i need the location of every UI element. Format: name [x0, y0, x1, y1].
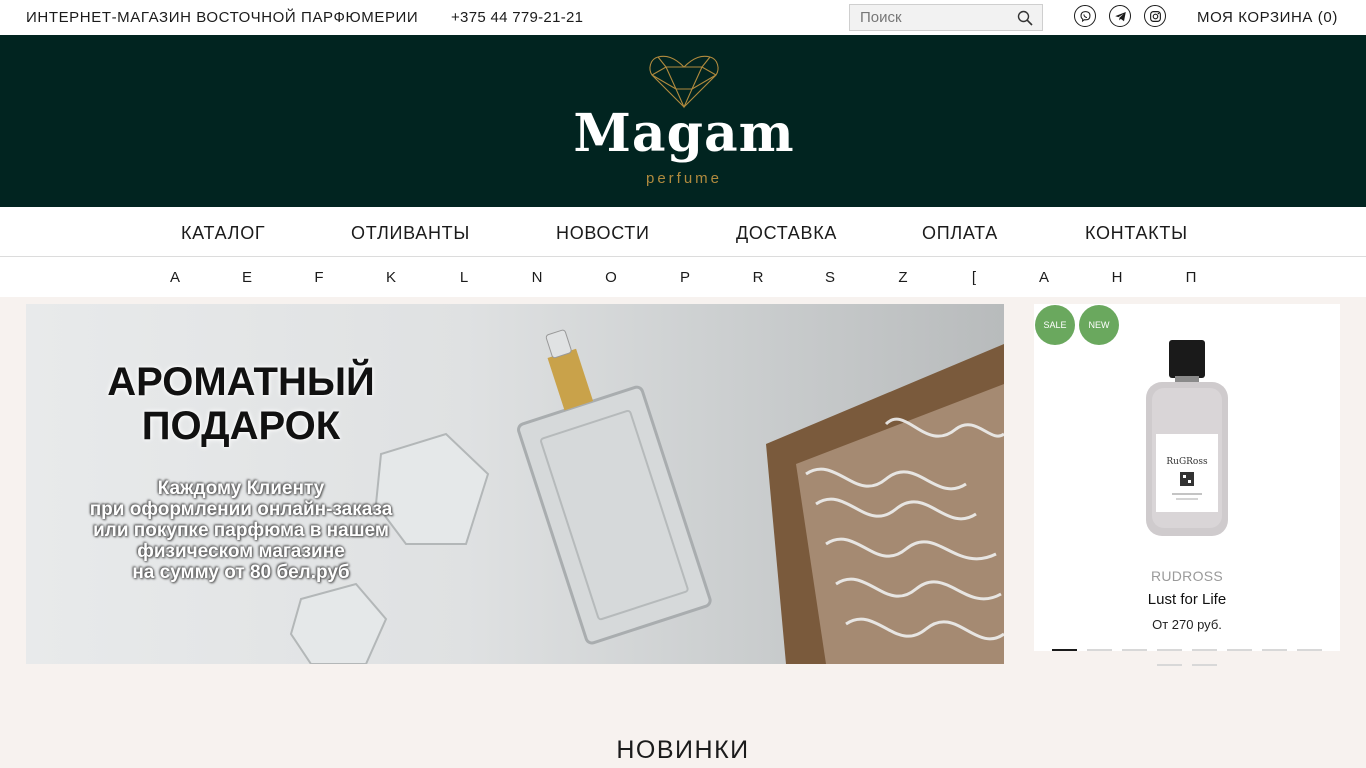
slider-dot[interactable] — [1157, 664, 1182, 666]
letter-filter-item[interactable]: N — [527, 269, 547, 286]
letter-filter-item[interactable]: S — [820, 269, 840, 286]
product-image: RuGRoss — [1146, 340, 1228, 536]
cart-link[interactable]: МОЯ КОРЗИНА (0) — [1197, 9, 1338, 26]
letter-filter-item[interactable]: [ — [964, 269, 984, 286]
instagram-icon[interactable] — [1144, 5, 1166, 27]
search-icon[interactable] — [1017, 10, 1033, 26]
logo[interactable]: Magam perfume — [568, 53, 800, 193]
product-price: От 270 руб. — [1152, 617, 1222, 632]
letter-filter-item[interactable]: Z — [893, 269, 913, 286]
letter-filter-item[interactable]: A — [165, 269, 185, 286]
top-bar: ИНТЕРНЕТ-МАГАЗИН ВОСТОЧНОЙ ПАРФЮМЕРИИ +3… — [0, 0, 1366, 35]
header-banner: Magam perfume — [0, 35, 1366, 207]
new-badge: NEW — [1079, 305, 1119, 345]
letter-filter-item[interactable]: А — [1034, 269, 1054, 286]
new-arrivals-title: НОВИНКИ — [616, 736, 750, 764]
slider-dot[interactable] — [1297, 649, 1322, 651]
search-input[interactable] — [850, 5, 1030, 30]
product-card[interactable]: SALE NEW RuGRoss RUDROSS Lust for Life О… — [1034, 304, 1340, 651]
slider-dot[interactable] — [1087, 649, 1112, 651]
letter-filter-item[interactable]: F — [309, 269, 329, 286]
nav-news[interactable]: НОВОСТИ — [556, 223, 650, 244]
letter-filter-item[interactable]: П — [1181, 269, 1201, 286]
nav-payment[interactable]: ОПЛАТА — [922, 223, 998, 244]
letter-filter-item[interactable]: K — [381, 269, 401, 286]
phone-link[interactable]: +375 44 779-21-21 — [451, 9, 583, 26]
slider-dot[interactable] — [1157, 649, 1182, 651]
logo-wordmark: Magam — [573, 103, 795, 164]
sale-badge: SALE — [1035, 305, 1075, 345]
logo-subtitle: perfume — [645, 170, 723, 187]
slider-dot[interactable] — [1122, 649, 1147, 651]
nav-contacts[interactable]: КОНТАКТЫ — [1085, 223, 1188, 244]
nav-catalog[interactable]: КАТАЛОГ — [181, 223, 265, 244]
bottle-label: RuGRoss — [1166, 457, 1208, 467]
telegram-icon[interactable] — [1109, 5, 1131, 27]
store-tagline: ИНТЕРНЕТ-МАГАЗИН ВОСТОЧНОЙ ПАРФЮМЕРИИ — [26, 9, 419, 26]
letter-filter-item[interactable]: P — [675, 269, 695, 286]
promo-banner[interactable]: АРОМАТНЫЙ ПОДАРОК Каждому Клиенту при оф… — [26, 304, 1004, 664]
slider-dot[interactable] — [1192, 649, 1217, 651]
letter-filter-item[interactable]: L — [454, 269, 474, 286]
brand-letter-filter: A E F K L N O P R S Z [ А Н П — [0, 257, 1366, 297]
nav-decants[interactable]: ОТЛИВАНТЫ — [351, 223, 470, 244]
viber-icon[interactable] — [1074, 5, 1096, 27]
product-brand[interactable]: RUDROSS — [1034, 568, 1340, 584]
search-box — [849, 4, 1043, 31]
product-name[interactable]: Lust for Life — [1034, 591, 1340, 608]
letter-filter-item[interactable]: Н — [1107, 269, 1127, 286]
letter-filter-item[interactable]: R — [748, 269, 768, 286]
slider-dot[interactable] — [1052, 649, 1077, 651]
slider-dot[interactable] — [1192, 664, 1217, 666]
banner-text: Каждому Клиенту при оформлении онлайн-за… — [89, 478, 393, 583]
letter-filter-item[interactable]: O — [601, 269, 621, 286]
main-navigation: КАТАЛОГ ОТЛИВАНТЫ НОВОСТИ ДОСТАВКА ОПЛАТ… — [0, 207, 1366, 257]
letter-filter-item[interactable]: E — [237, 269, 257, 286]
slider-dot[interactable] — [1262, 649, 1287, 651]
slider-dot[interactable] — [1227, 649, 1252, 651]
nav-delivery[interactable]: ДОСТАВКА — [736, 223, 837, 244]
banner-headline: АРОМАТНЫЙ ПОДАРОК — [107, 360, 375, 448]
